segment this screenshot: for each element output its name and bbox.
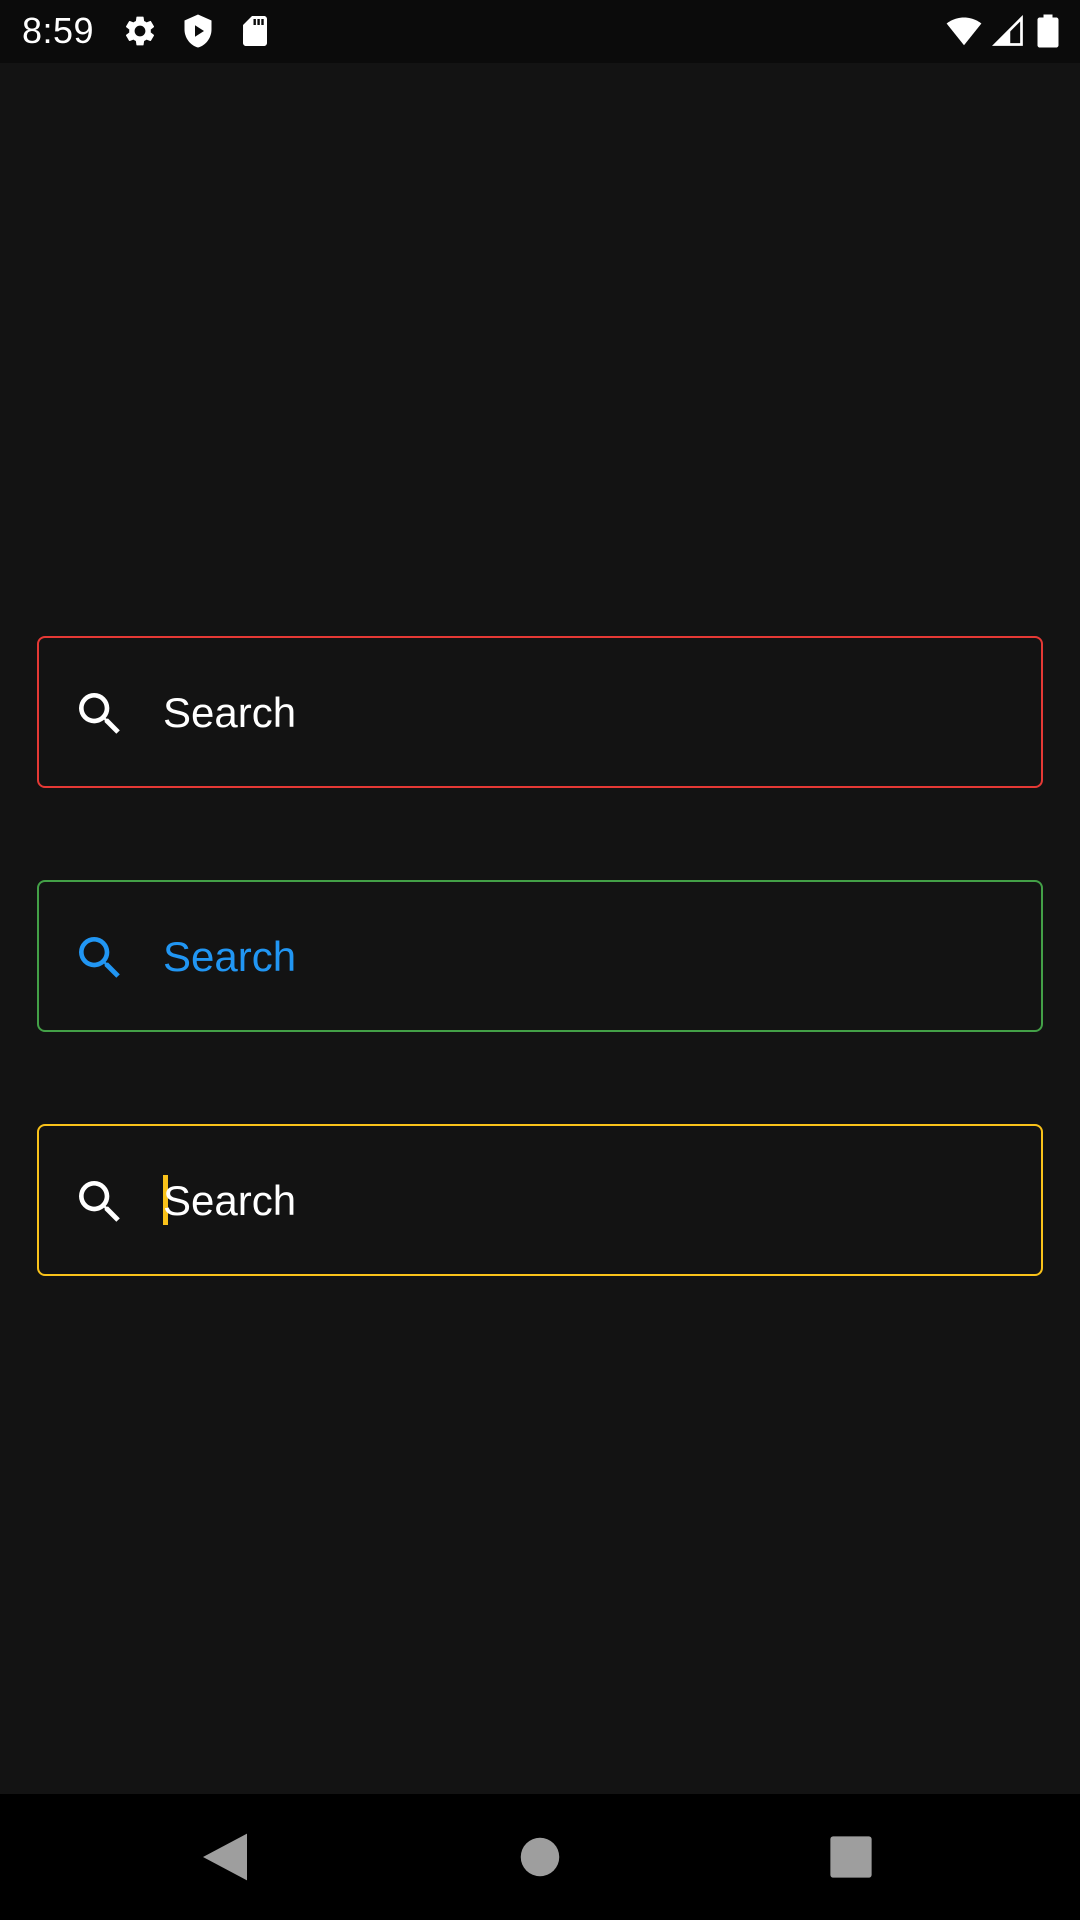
screen: 8:59 Search Search Search [0, 0, 1080, 1920]
search-field-focused[interactable]: Search [37, 1124, 1043, 1276]
search-placeholder: Search [163, 933, 297, 980]
play-protect-icon [180, 13, 216, 49]
cell-signal-icon [990, 13, 1026, 49]
search-icon [72, 1174, 128, 1230]
navigation-bar [0, 1794, 1080, 1920]
back-icon[interactable] [192, 1824, 258, 1890]
search-icon [72, 930, 128, 986]
recents-icon[interactable] [818, 1824, 884, 1890]
battery-icon [1036, 13, 1060, 49]
search-placeholder: Search [163, 689, 297, 736]
search-field-success[interactable]: Search [37, 880, 1043, 1032]
search-placeholder[interactable]: Search [163, 1176, 296, 1226]
wifi-icon [944, 13, 984, 49]
status-time: 8:59 [22, 10, 95, 51]
sd-card-icon [237, 13, 273, 49]
search-field-error[interactable]: Search [37, 636, 1043, 788]
home-icon[interactable] [507, 1824, 573, 1890]
gear-icon [122, 13, 158, 49]
status-bar: 8:59 [0, 0, 1080, 63]
search-icon [72, 686, 128, 742]
